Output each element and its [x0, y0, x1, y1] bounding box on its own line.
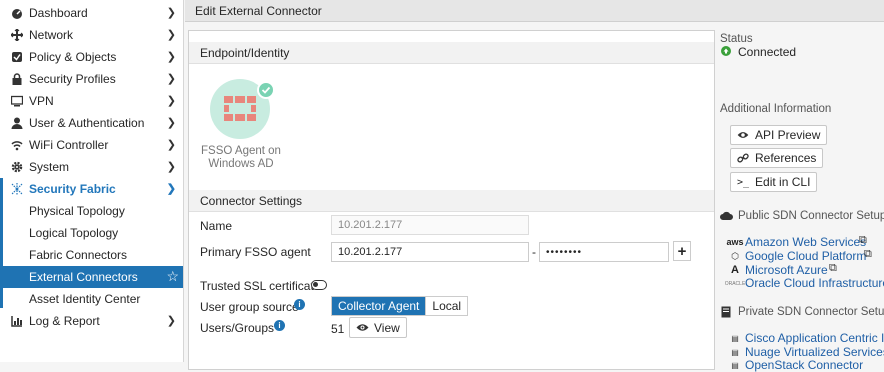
report-icon	[10, 314, 24, 328]
eye-icon	[737, 131, 749, 139]
field-separator: -	[532, 245, 536, 259]
sidebar-subitem-external-connectors[interactable]: External Connectors ☆	[2, 266, 183, 288]
check-badge-icon	[257, 81, 275, 99]
sidebar-subitem-logical-topology[interactable]: Logical Topology	[2, 222, 183, 244]
primary-fsso-agent-label: Primary FSSO agent	[200, 245, 311, 259]
sidebar: Dashboard ❯ Network ❯ Policy & Objects ❯…	[0, 0, 184, 362]
lock-icon	[10, 72, 24, 86]
openstack-icon: ▤	[731, 360, 739, 370]
gcp-icon: ⬡	[731, 250, 739, 261]
endpoint-section-header: Endpoint/Identity	[189, 42, 714, 64]
toggle-knob	[313, 282, 318, 287]
sidebar-item-security-fabric[interactable]: Security Fabric ❯	[0, 178, 184, 200]
primary-fsso-ip-input[interactable]: 10.201.2.177	[331, 242, 529, 262]
star-icon[interactable]: ☆	[166, 268, 179, 285]
chevron-down-icon: ❯	[166, 183, 176, 195]
user-group-source-label: User group source	[200, 300, 299, 314]
chevron-right-icon: ❯	[166, 29, 176, 41]
view-button[interactable]: View	[349, 317, 407, 338]
chevron-right-icon: ❯	[166, 117, 176, 129]
gear-icon	[10, 160, 24, 174]
chevron-right-icon: ❯	[166, 73, 176, 85]
sidebar-item-network[interactable]: Network ❯	[0, 24, 184, 46]
link-icon	[737, 152, 749, 164]
oracle-icon: ORACLE	[724, 281, 746, 287]
references-button[interactable]: References	[730, 148, 824, 168]
fabric-icon	[10, 182, 24, 196]
link-openstack[interactable]: OpenStack Connector	[745, 358, 863, 372]
link-cisco-aci[interactable]: Cisco Application Centric Infr	[745, 331, 884, 345]
chevron-right-icon: ❯	[166, 7, 176, 19]
aws-icon: aws	[726, 237, 744, 247]
link-amazon-web-services[interactable]: Amazon Web Services	[745, 235, 866, 249]
chevron-right-icon: ❯	[166, 315, 176, 327]
sidebar-item-log-report[interactable]: Log & Report ❯	[0, 310, 184, 332]
local-option[interactable]: Local	[425, 297, 468, 315]
public-sdn-heading: Public SDN Connector Setup G	[738, 210, 884, 222]
cisco-icon: ▤	[731, 333, 739, 343]
sidebar-item-user-authentication[interactable]: User & Authentication ❯	[0, 112, 184, 134]
server-icon	[721, 306, 731, 318]
status-heading: Status	[720, 33, 753, 45]
edit-in-cli-button[interactable]: >_ Edit in CLI	[730, 172, 818, 192]
sidebar-item-dashboard[interactable]: Dashboard ❯	[0, 2, 184, 24]
dashboard-icon	[10, 6, 24, 20]
name-label: Name	[200, 219, 233, 233]
users-groups-count: 51	[331, 322, 345, 336]
group-source-segmented: Collector Agent Local	[331, 296, 469, 316]
link-oracle-cloud-infrastructure[interactable]: Oracle Cloud Infrastructure	[745, 276, 884, 290]
link-nuage-vsp[interactable]: Nuage Virtualized Services Pl	[745, 345, 884, 359]
monitor-icon	[10, 94, 24, 108]
sidebar-subitem-asset-identity-center[interactable]: Asset Identity Center	[2, 288, 183, 310]
external-link-icon[interactable]: ⧉	[859, 234, 867, 247]
link-google-cloud-platform[interactable]: Google Cloud Platform	[745, 249, 866, 263]
external-link-icon[interactable]: ⧉	[864, 248, 872, 261]
edit-connector-panel: Endpoint/Identity FSSO Agent on Windows …	[188, 30, 715, 370]
user-icon	[10, 116, 24, 130]
external-link-icon[interactable]: ⧉	[829, 262, 837, 275]
info-icon[interactable]: i	[274, 320, 285, 331]
info-sidebar: Status Connected Additional Information …	[720, 0, 884, 372]
chevron-right-icon: ❯	[166, 161, 176, 173]
trusted-ssl-toggle[interactable]	[311, 280, 327, 290]
nuage-icon: ▤	[731, 347, 739, 357]
azure-icon: A	[731, 264, 739, 276]
wifi-icon	[10, 138, 24, 152]
network-icon	[10, 28, 24, 42]
sidebar-item-policy-objects[interactable]: Policy & Objects ❯	[0, 46, 184, 68]
private-sdn-section: Private SDN Connector Setup G ▤ Cisco Ap…	[720, 305, 884, 372]
name-field[interactable]: 10.201.2.177	[331, 215, 529, 235]
connector-type-label: FSSO Agent on Windows AD	[201, 145, 281, 170]
chevron-right-icon: ❯	[166, 95, 176, 107]
sidebar-subitem-fabric-connectors[interactable]: Fabric Connectors	[2, 244, 183, 266]
policy-icon	[10, 50, 24, 64]
eye-icon	[356, 323, 369, 332]
sidebar-item-security-profiles[interactable]: Security Profiles ❯	[0, 68, 184, 90]
terminal-icon: >_	[737, 176, 750, 188]
info-icon[interactable]: i	[294, 299, 305, 310]
public-sdn-section: Public SDN Connector Setup G aws Amazon …	[720, 209, 884, 290]
sidebar-item-vpn[interactable]: VPN ❯	[0, 90, 184, 112]
connector-settings-header: Connector Settings	[189, 190, 714, 212]
status-value: Connected	[738, 45, 797, 59]
page-title: Edit External Connector	[195, 3, 322, 18]
sidebar-subitem-physical-topology[interactable]: Physical Topology	[2, 200, 183, 222]
additional-info-heading: Additional Information	[720, 103, 832, 115]
password-input[interactable]: ••••••••	[539, 242, 669, 262]
link-microsoft-azure[interactable]: Microsoft Azure	[745, 263, 828, 277]
connected-status-icon	[721, 46, 731, 56]
chevron-right-icon: ❯	[166, 139, 176, 151]
api-preview-button[interactable]: API Preview	[730, 125, 828, 145]
trusted-ssl-label: Trusted SSL certificate	[200, 279, 321, 293]
add-agent-button[interactable]: +	[673, 241, 691, 261]
sidebar-item-wifi-controller[interactable]: WiFi Controller ❯	[0, 134, 184, 156]
cloud-icon	[720, 211, 733, 221]
private-sdn-heading: Private SDN Connector Setup G	[738, 306, 884, 318]
collector-agent-option[interactable]: Collector Agent	[332, 297, 426, 315]
users-groups-label: Users/Groups	[200, 321, 275, 335]
chevron-right-icon: ❯	[166, 51, 176, 63]
sidebar-item-system[interactable]: System ❯	[0, 156, 184, 178]
